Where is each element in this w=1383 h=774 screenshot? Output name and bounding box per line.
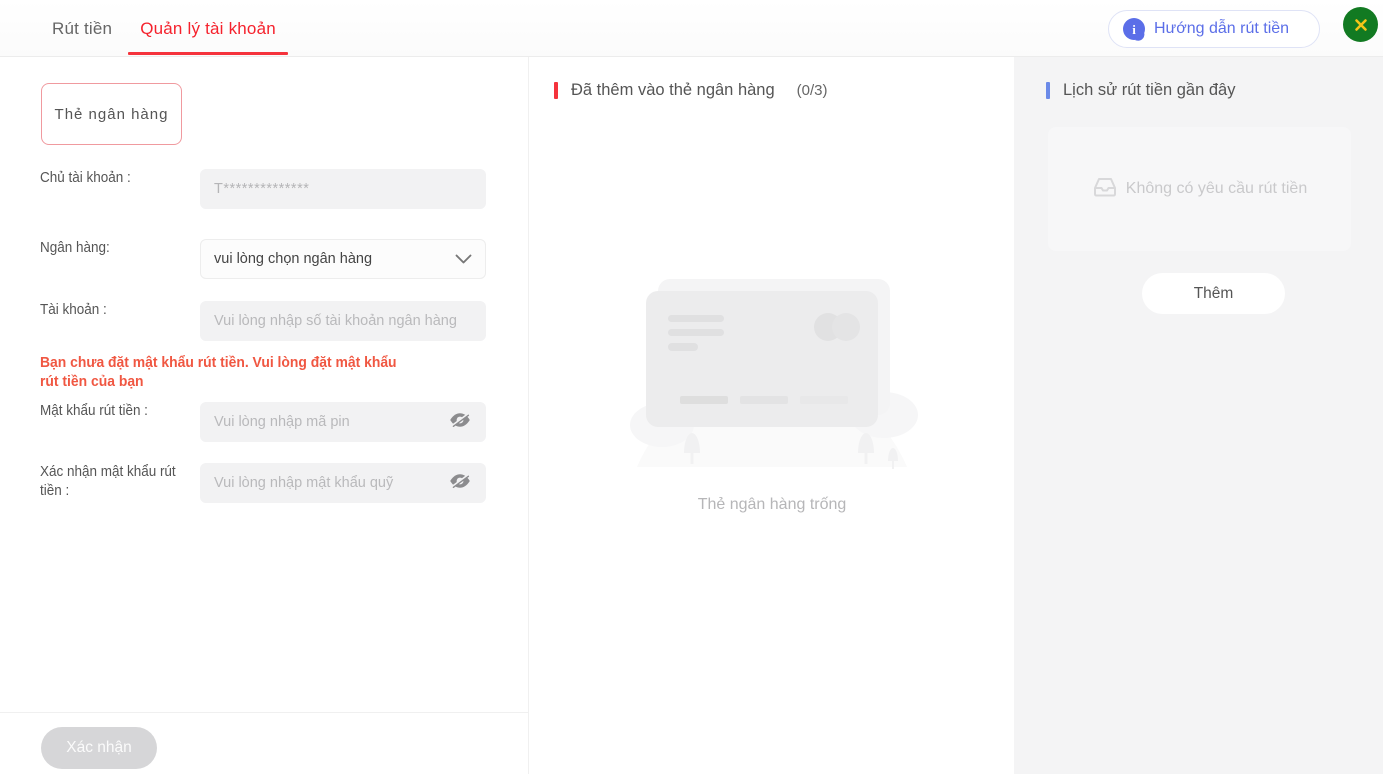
app-header: Rút tiền Quản lý tài khoản i Hướng dẫn r… (0, 0, 1383, 57)
field-account-holder: Chủ tài khoản : T************** (40, 169, 486, 209)
withdraw-history-empty-text: Không có yêu cầu rút tiền (1125, 180, 1308, 197)
bank-card-form-panel: Thẻ ngân hàng Chủ tài khoản : T*********… (0, 57, 529, 774)
tab-account-management-label: Quản lý tài khoản (140, 18, 276, 38)
tab-withdraw-label: Rút tiền (52, 18, 113, 38)
eye-off-icon[interactable] (449, 412, 471, 432)
confirm-withdraw-password-placeholder: Vui lòng nhập mật khẩu quỹ (214, 475, 394, 491)
withdraw-history-panel: Lịch sử rút tiền gần đây Không có yêu cầ… (1014, 57, 1383, 774)
tab-account-management[interactable]: Quản lý tài khoản (126, 0, 290, 57)
added-cards-count: (0/3) (796, 82, 828, 99)
bank-card-type-tab-label: Thẻ ngân hàng (54, 105, 169, 123)
eye-off-icon-confirm[interactable] (449, 473, 471, 493)
confirm-withdraw-password-label: Xác nhận mật khẩu rút tiền : (40, 464, 176, 499)
withdraw-guide-label: Hướng dẫn rút tiền (1154, 20, 1290, 37)
empty-card-illustration: Thẻ ngân hàng trống (530, 257, 1014, 514)
chevron-down-icon (455, 254, 472, 265)
withdraw-guide-button[interactable]: i Hướng dẫn rút tiền (1108, 10, 1320, 48)
withdraw-password-label: Mật khẩu rút tiền : (40, 403, 148, 419)
field-bank: Ngân hàng: vui lòng chọn ngân hàng (40, 239, 486, 279)
added-cards-title: Đã thêm vào thẻ ngân hàng (571, 81, 775, 99)
account-holder-value: T************** (214, 181, 310, 197)
password-warning-text: Bạn chưa đặt mật khẩu rút tiền. Vui lòng… (40, 355, 397, 390)
empty-bank-card-graphic (630, 279, 918, 469)
withdraw-password-placeholder: Vui lòng nhập mã pin (214, 414, 350, 430)
inbox-icon (1092, 176, 1118, 203)
withdraw-history-header: Lịch sử rút tiền gần đây (1046, 81, 1235, 100)
bank-card-type-tab[interactable]: Thẻ ngân hàng (41, 83, 182, 145)
section-accent-bar-red (554, 82, 558, 99)
field-withdraw-password: Mật khẩu rút tiền : Vui lòng nhập mã pin (40, 402, 486, 442)
withdraw-history-title: Lịch sử rút tiền gần đây (1063, 81, 1236, 99)
section-accent-bar-blue (1046, 82, 1050, 99)
bank-label: Ngân hàng: (40, 240, 110, 256)
withdraw-password-input[interactable]: Vui lòng nhập mã pin (200, 402, 486, 442)
tab-bar: Rút tiền Quản lý tài khoản (0, 0, 290, 57)
confirm-button[interactable]: Xác nhận (41, 727, 157, 769)
account-number-label: Tài khoản : (40, 302, 107, 318)
bank-select-value: vui lòng chọn ngân hàng (214, 251, 373, 267)
add-button-label: Thêm (1193, 284, 1234, 302)
withdraw-history-empty-card: Không có yêu cầu rút tiền (1048, 127, 1351, 251)
account-number-placeholder: Vui lòng nhập số tài khoản ngân hàng (214, 313, 457, 329)
confirm-button-label: Xác nhận (66, 739, 132, 756)
account-number-input[interactable]: Vui lòng nhập số tài khoản ngân hàng (200, 301, 486, 341)
field-confirm-withdraw-password: Xác nhận mật khẩu rút tiền : Vui lòng nh… (40, 463, 486, 503)
field-account-number: Tài khoản : Vui lòng nhập số tài khoản n… (40, 301, 486, 341)
bank-select[interactable]: vui lòng chọn ngân hàng (200, 239, 486, 279)
close-button[interactable] (1343, 7, 1378, 42)
tab-withdraw[interactable]: Rút tiền (38, 0, 126, 57)
added-cards-header: Đã thêm vào thẻ ngân hàng (0/3) (554, 81, 828, 100)
account-holder-label: Chủ tài khoản : (40, 170, 131, 186)
form-footer-divider (0, 712, 529, 713)
empty-card-caption: Thẻ ngân hàng trống (697, 496, 847, 513)
add-button[interactable]: Thêm (1142, 273, 1285, 314)
account-holder-input[interactable]: T************** (200, 169, 486, 209)
confirm-withdraw-password-input[interactable]: Vui lòng nhập mật khẩu quỹ (200, 463, 486, 503)
info-bubble-icon: i (1123, 18, 1145, 42)
close-icon (1354, 18, 1367, 31)
added-cards-panel: Đã thêm vào thẻ ngân hàng (0/3) Thẻ ngân… (530, 57, 1014, 774)
